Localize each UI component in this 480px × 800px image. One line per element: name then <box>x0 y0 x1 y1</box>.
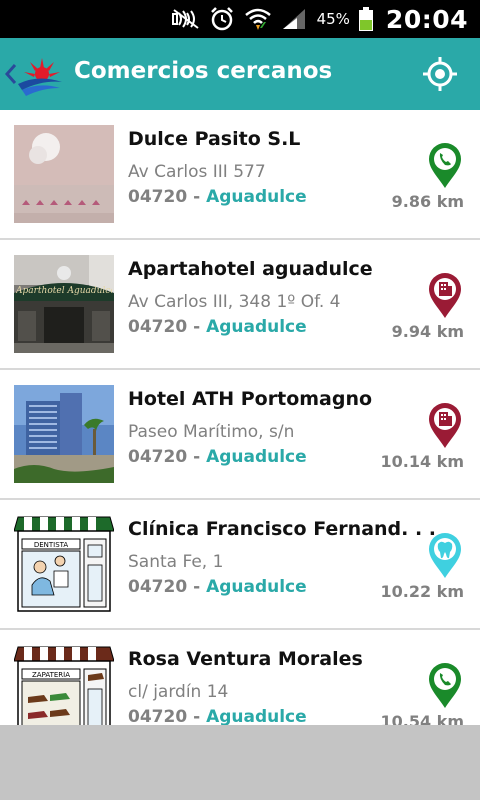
business-photo: ZAPATERÍA <box>14 645 114 725</box>
business-address: cl/ jardín 14 <box>128 682 229 702</box>
business-location: 04720 - Aguadulce <box>128 707 307 725</box>
business-zip: 04720 <box>128 187 188 207</box>
business-zip: 04720 <box>128 707 188 725</box>
business-city: Aguadulce <box>206 317 307 337</box>
business-location: 04720 - Aguadulce <box>128 577 307 597</box>
business-distance: 9.86 km <box>391 192 464 211</box>
alarm-icon <box>207 4 237 34</box>
building-pin-icon[interactable] <box>428 273 462 319</box>
phone-pin-icon[interactable] <box>428 143 462 189</box>
business-distance: 10.54 km <box>380 712 465 725</box>
location-separator: - <box>187 317 207 337</box>
business-zip: 04720 <box>128 317 188 337</box>
business-photo <box>14 125 114 223</box>
business-location: 04720 - Aguadulce <box>128 187 307 207</box>
business-list: Dulce Pasito S.L Av Carlos III 577 04720… <box>0 110 480 725</box>
business-city: Aguadulce <box>206 187 307 207</box>
list-item[interactable]: DENTISTA Clínica Francisco Fernand. . . … <box>0 500 480 630</box>
thumb-sign-text: ZAPATERÍA <box>31 671 71 679</box>
business-zip: 04720 <box>128 447 188 467</box>
business-name: Clínica Francisco Fernand. . . <box>128 518 437 540</box>
phone-pin-icon[interactable] <box>428 663 462 709</box>
business-address: Paseo Marítimo, s/n <box>128 422 295 442</box>
mute-icon <box>171 4 201 34</box>
list-item[interactable]: ZAPATERÍA Rosa Ventura Morales cl/ jardí… <box>0 630 480 725</box>
bottom-overlay <box>0 725 480 800</box>
wifi-icon <box>243 4 273 34</box>
app-bar: Comercios cercanos <box>0 38 480 110</box>
locate-icon[interactable] <box>422 56 458 92</box>
app-title: Comercios cercanos <box>74 58 333 84</box>
list-item[interactable]: Aparthotel Aguadulce Apartahotel aguadul… <box>0 240 480 370</box>
business-name: Rosa Ventura Morales <box>128 648 363 670</box>
building-pin-icon[interactable] <box>428 403 462 449</box>
signal-icon <box>279 4 309 34</box>
battery-percent: 45% <box>316 10 350 28</box>
business-location: 04720 - Aguadulce <box>128 317 307 337</box>
tooth-pin-icon[interactable] <box>428 533 462 579</box>
business-name: Dulce Pasito S.L <box>128 128 301 150</box>
business-city: Aguadulce <box>206 577 307 597</box>
business-photo <box>14 385 114 483</box>
app-logo[interactable] <box>12 50 66 98</box>
thumb-sign-text: Aparthotel Aguadulce <box>16 286 112 296</box>
business-name: Hotel ATH Portomagno <box>128 388 373 410</box>
list-item[interactable]: Hotel ATH Portomagno Paseo Marítimo, s/n… <box>0 370 480 500</box>
business-distance: 10.14 km <box>380 452 465 471</box>
status-bar: 45% 20:04 <box>0 0 480 38</box>
business-photo: Aparthotel Aguadulce <box>14 255 114 353</box>
business-zip: 04720 <box>128 577 188 597</box>
business-name: Apartahotel aguadulce <box>128 258 373 280</box>
location-separator: - <box>187 577 207 597</box>
battery-icon <box>356 4 376 34</box>
thumb-sign-text: DENTISTA <box>33 541 69 549</box>
status-icons: 45% 20:04 <box>171 0 468 38</box>
location-separator: - <box>187 447 207 467</box>
business-address: Santa Fe, 1 <box>128 552 224 572</box>
business-photo: DENTISTA <box>14 515 114 613</box>
business-address: Av Carlos III 577 <box>128 162 266 182</box>
business-distance: 10.22 km <box>380 582 465 601</box>
business-location: 04720 - Aguadulce <box>128 447 307 467</box>
business-city: Aguadulce <box>206 707 307 725</box>
clock: 20:04 <box>385 4 468 34</box>
location-separator: - <box>187 707 207 725</box>
list-item[interactable]: Dulce Pasito S.L Av Carlos III 577 04720… <box>0 110 480 240</box>
location-separator: - <box>187 187 207 207</box>
business-city: Aguadulce <box>206 447 307 467</box>
business-distance: 9.94 km <box>391 322 464 341</box>
business-address: Av Carlos III, 348 1º Of. 4 <box>128 292 341 312</box>
